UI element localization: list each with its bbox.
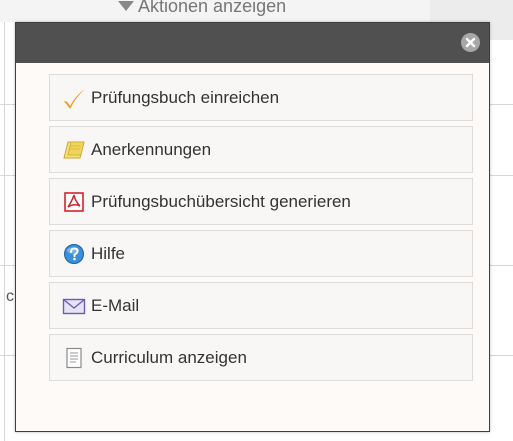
background-divider bbox=[0, 175, 15, 176]
background-divider bbox=[490, 104, 513, 105]
background-border bbox=[4, 22, 5, 441]
generate-overview-button[interactable]: Prüfungsbuchübersicht generieren bbox=[49, 178, 473, 225]
show-actions-button[interactable]: Aktionen anzeigen bbox=[118, 0, 286, 18]
menu-item-label: Prüfungsbuchübersicht generieren bbox=[91, 191, 351, 211]
document-icon bbox=[62, 347, 86, 369]
checkmark-icon bbox=[62, 87, 86, 109]
help-icon bbox=[62, 243, 86, 265]
folder-icon bbox=[62, 139, 86, 161]
background-divider bbox=[490, 265, 513, 266]
actions-popup: Prüfungsbuch einreichen Anerkennungen Pr… bbox=[15, 22, 490, 432]
email-button[interactable]: E-Mail bbox=[49, 282, 473, 329]
help-button[interactable]: Hilfe bbox=[49, 230, 473, 277]
background-text-fragment: c bbox=[6, 288, 14, 305]
menu-item-label: Hilfe bbox=[91, 243, 126, 263]
show-actions-label: Aktionen anzeigen bbox=[138, 0, 287, 16]
action-menu: Prüfungsbuch einreichen Anerkennungen Pr… bbox=[49, 74, 473, 381]
menu-item-label: E-Mail bbox=[91, 295, 140, 315]
background-divider bbox=[0, 355, 15, 356]
popup-header bbox=[16, 23, 489, 63]
page: Aktionen anzeigen c Prüfungsbuch einreic… bbox=[0, 0, 513, 441]
dropdown-triangle-icon bbox=[118, 1, 134, 11]
background-divider bbox=[0, 104, 15, 105]
pdf-icon bbox=[62, 191, 86, 213]
envelope-icon bbox=[62, 295, 86, 317]
submit-exam-book-button[interactable]: Prüfungsbuch einreichen bbox=[49, 74, 473, 121]
recognitions-button[interactable]: Anerkennungen bbox=[49, 126, 473, 173]
close-button[interactable] bbox=[461, 33, 480, 52]
menu-item-label: Anerkennungen bbox=[91, 139, 212, 159]
menu-item-label: Prüfungsbuch einreichen bbox=[91, 87, 280, 107]
background-divider bbox=[490, 355, 513, 356]
menu-item-label: Curriculum anzeigen bbox=[91, 347, 247, 367]
close-icon bbox=[465, 37, 476, 48]
background-divider bbox=[490, 175, 513, 176]
background-divider bbox=[0, 265, 15, 266]
show-curriculum-button[interactable]: Curriculum anzeigen bbox=[49, 334, 473, 381]
